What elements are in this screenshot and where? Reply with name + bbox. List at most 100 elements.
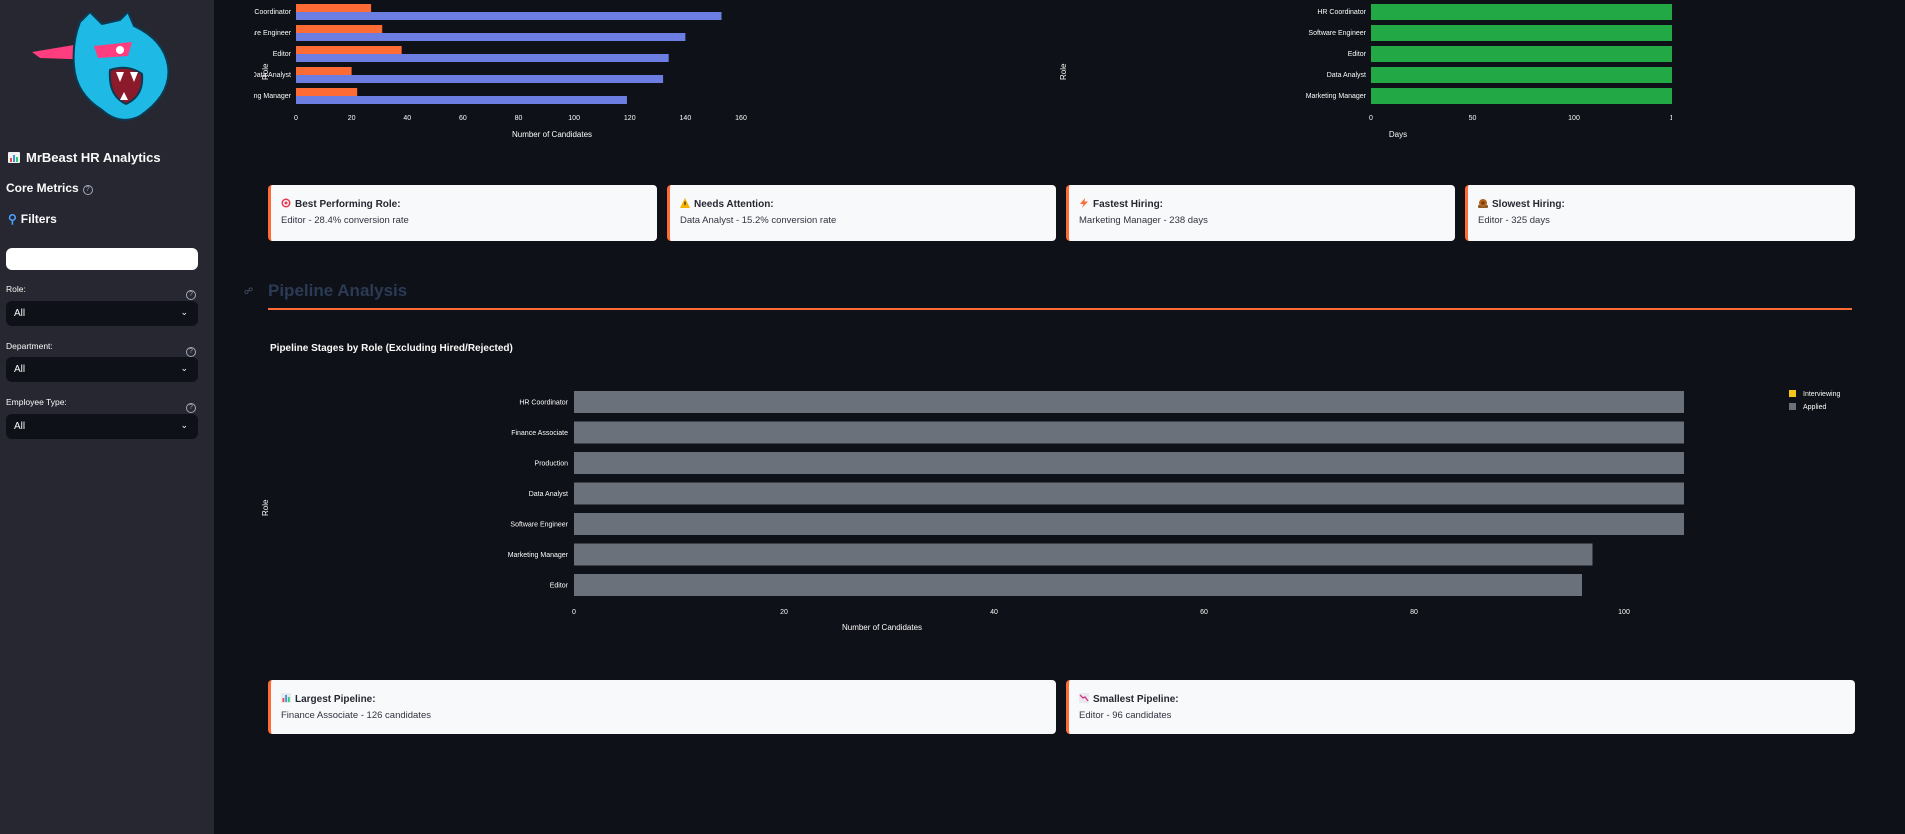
legend-swatch (1789, 403, 1796, 410)
sidebar: MrBeast HR Analytics Core Metrics? ⚲ Filt… (0, 0, 214, 834)
pipeline-card-title: Largest Pipeline: (295, 694, 376, 705)
x-tick-label: 60 (1200, 609, 1208, 616)
warning-icon (680, 198, 690, 208)
bar-series-1[interactable] (296, 46, 402, 54)
bar-series-1[interactable] (296, 25, 383, 33)
pipeline-stages-chart: HR Coordinator Finance Associate Productio… (261, 391, 1684, 632)
legend-swatch (1789, 390, 1796, 397)
bar-applied[interactable] (574, 574, 1582, 596)
department-filter-label: Department: (6, 341, 53, 351)
bar-days[interactable] (1371, 25, 1672, 41)
x-tick-label: 160 (735, 115, 747, 122)
magnifier-icon: ⚲ (8, 212, 17, 226)
x-tick-label: 20 (780, 609, 788, 616)
bar-applied[interactable] (574, 452, 1684, 474)
x-axis-title: Number of Candidates (842, 623, 922, 632)
category-tick-label: HR Coordinator (254, 9, 292, 16)
bar-series-1[interactable] (296, 88, 358, 96)
bar-applied[interactable] (574, 421, 1684, 444)
bar-series-2[interactable] (296, 96, 627, 104)
time-to-hire-chart: 283 days299 days325 days260 days238 days… (1059, 4, 1672, 139)
category-tick-label: Software Engineer (510, 522, 568, 529)
role-filter-label: Role: (6, 284, 26, 294)
bar-applied[interactable] (574, 391, 1684, 413)
role-select[interactable]: All ⌄ (6, 301, 198, 326)
y-axis-title: Role (261, 63, 270, 80)
category-tick-label: HR Coordinator (519, 400, 568, 407)
category-tick-label: Finance Associate (511, 430, 568, 437)
legend-label: Applied (1803, 404, 1827, 411)
category-tick-label: Software Engineer (254, 30, 292, 37)
category-tick-label: Marketing Manager (254, 93, 292, 100)
x-tick-label: 40 (403, 115, 411, 122)
category-tick-label: Editor (273, 51, 292, 58)
category-tick-label: HR Coordinator (1317, 9, 1366, 16)
bar-applied[interactable] (574, 513, 1684, 535)
insight-card-fastest-hiring: Fastest Hiring: Marketing Manager - 238 … (1066, 185, 1455, 241)
bar-days[interactable] (1371, 67, 1672, 83)
pipeline-chart-title: Pipeline Stages by Role (Excluding Hired… (270, 343, 513, 354)
core-metrics-heading: Core Metrics? (6, 181, 93, 195)
role-select-value: All (14, 308, 26, 319)
insight-card-best-role: Best Performing Role: Editor - 28.4% con… (268, 185, 657, 241)
bar-series-2[interactable] (296, 75, 664, 83)
insight-value: Marketing Manager - 238 days (1079, 215, 1208, 226)
section-title-pipeline: Pipeline Analysis (268, 281, 408, 300)
insight-value: Editor - 325 days (1478, 215, 1550, 226)
bar-days[interactable] (1371, 46, 1672, 62)
pipeline-card-title: Smallest Pipeline: (1093, 694, 1179, 705)
category-tick-label: Marketing Manager (508, 552, 569, 559)
category-tick-label: Editor (1348, 51, 1367, 58)
app-title: MrBeast HR Analytics (8, 150, 161, 165)
bar-days[interactable] (1371, 88, 1672, 104)
legend-item-interviewing[interactable]: Interviewing (1789, 390, 1840, 398)
chart-down-icon (1079, 693, 1089, 703)
filters-heading: ⚲ Filters (8, 212, 57, 226)
category-tick-label: Marketing Manager (1306, 93, 1367, 100)
mrbeast-logo (32, 10, 182, 124)
x-tick-label: 40 (990, 609, 998, 616)
bar-series-1[interactable] (296, 67, 352, 75)
x-tick-label: 0 (1369, 115, 1373, 122)
y-axis-title: Role (1059, 63, 1068, 80)
section-divider (268, 308, 1852, 310)
insight-title: Best Performing Role: (295, 199, 401, 210)
pipeline-card-value: Editor - 96 candidates (1079, 710, 1172, 721)
employee-type-select[interactable]: All ⌄ (6, 414, 198, 439)
bar-series-2[interactable] (296, 54, 669, 62)
employee-type-help-icon[interactable]: ? (186, 397, 196, 415)
bar-applied[interactable] (574, 543, 1593, 566)
target-icon (281, 198, 291, 208)
anchor-link-icon[interactable]: ☍ (244, 286, 253, 297)
bar-series-2[interactable] (296, 12, 722, 20)
legend-item-applied[interactable]: Applied (1789, 403, 1826, 411)
category-tick-label: Software Engineer (1308, 30, 1366, 37)
insight-title: Fastest Hiring: (1093, 199, 1164, 210)
x-tick-label: 80 (1410, 609, 1418, 616)
help-icon[interactable]: ? (82, 185, 93, 195)
x-tick-label: 50 (1469, 115, 1477, 122)
x-tick-label: 0 (572, 609, 576, 616)
snail-icon (1478, 198, 1488, 208)
category-tick-label: Production (535, 461, 569, 468)
bar-series-1[interactable] (296, 4, 372, 12)
bar-applied[interactable] (574, 482, 1684, 505)
pipeline-card-largest: Largest Pipeline: Finance Associate - 12… (268, 680, 1056, 734)
search-input[interactable] (6, 248, 198, 270)
pipeline-card-value: Finance Associate - 126 candidates (281, 710, 431, 721)
insight-title: Needs Attention: (694, 199, 774, 210)
x-tick-label: 60 (459, 115, 467, 122)
category-tick-label: Editor (550, 583, 569, 590)
core-metrics-label: Core Metrics (6, 181, 79, 195)
bar-days[interactable] (1371, 4, 1672, 20)
bar-series-2[interactable] (296, 33, 686, 41)
department-select[interactable]: All ⌄ (6, 357, 198, 382)
role-help-icon[interactable]: ? (186, 284, 196, 302)
insight-title: Slowest Hiring: (1492, 199, 1565, 210)
insight-value: Data Analyst - 15.2% conversion rate (680, 215, 837, 226)
filters-label: Filters (20, 212, 57, 226)
lightning-icon (1079, 198, 1089, 208)
legend-label: Interviewing (1803, 391, 1841, 398)
x-tick-label: 100 (1568, 115, 1580, 122)
department-select-value: All (14, 364, 26, 375)
